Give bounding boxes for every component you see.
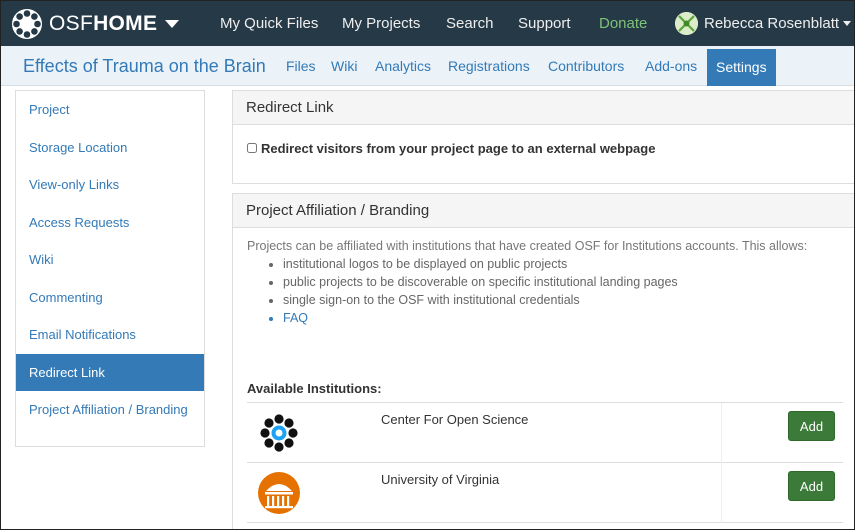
column-divider <box>721 403 722 463</box>
table-row: University of Virginia Add <box>247 463 843 523</box>
tab-contributors[interactable]: Contributors <box>548 46 624 86</box>
sidebar-item-access-requests[interactable]: Access Requests <box>16 204 204 242</box>
add-institution-button[interactable]: Add <box>788 471 835 501</box>
list-item: single sign-on to the OSF with instituti… <box>283 291 842 309</box>
redirect-checkbox-label: Redirect visitors from your project page… <box>261 140 656 156</box>
tab-analytics[interactable]: Analytics <box>375 46 431 86</box>
affiliation-description: Projects can be affiliated with institut… <box>233 228 854 327</box>
institution-name: Center For Open Science <box>381 412 529 427</box>
chevron-down-icon <box>843 21 852 26</box>
sidebar-item-storage-location[interactable]: Storage Location <box>16 129 204 167</box>
sidebar-item-view-only-links[interactable]: View-only Links <box>16 166 204 204</box>
tab-files[interactable]: Files <box>286 46 316 86</box>
nav-my-quick-files[interactable]: My Quick Files <box>220 1 318 46</box>
tab-settings[interactable]: Settings <box>707 49 776 86</box>
settings-sidebar: Project Storage Location View-only Links… <box>15 90 205 447</box>
sidebar-item-wiki[interactable]: Wiki <box>16 241 204 279</box>
sidebar-item-redirect-link[interactable]: Redirect Link <box>16 353 204 391</box>
tab-registrations[interactable]: Registrations <box>448 46 530 86</box>
project-affiliation-panel: Project Affiliation / Branding Projects … <box>232 193 854 529</box>
avatar-pattern-icon <box>675 12 698 35</box>
sidebar-item-project[interactable]: Project <box>16 91 204 129</box>
user-name: Rebecca Rosenblatt <box>704 15 840 32</box>
sidebar-item-email-notifications[interactable]: Email Notifications <box>16 316 204 354</box>
affiliation-benefits-list: institutional logos to be displayed on p… <box>283 255 842 327</box>
cos-logo-icon <box>260 414 298 452</box>
chevron-down-icon <box>165 19 180 28</box>
redirect-checkbox[interactable] <box>247 143 257 153</box>
avatar <box>675 12 698 35</box>
tab-add-ons[interactable]: Add-ons <box>645 46 697 86</box>
uva-logo-icon <box>258 472 300 514</box>
affiliation-intro: Projects can be affiliated with institut… <box>247 239 808 253</box>
sidebar-item-project-affiliation[interactable]: Project Affiliation / Branding <box>16 391 204 446</box>
column-divider <box>721 463 722 523</box>
nav-donate[interactable]: Donate <box>599 1 647 46</box>
faq-link[interactable]: FAQ <box>283 309 842 327</box>
redirect-link-panel: Redirect Link Redirect visitors from you… <box>232 90 854 184</box>
brand-title: OSFHOME <box>49 11 158 35</box>
add-institution-button[interactable]: Add <box>788 411 835 441</box>
table-row: Center For Open Science Add <box>247 403 843 463</box>
osf-home-menu[interactable]: OSFHOME <box>11 8 180 40</box>
sidebar-item-commenting[interactable]: Commenting <box>16 279 204 317</box>
redirect-option[interactable]: Redirect visitors from your project page… <box>233 125 854 171</box>
nav-search[interactable]: Search <box>446 1 494 46</box>
institution-name: University of Virginia <box>381 472 500 487</box>
list-item: institutional logos to be displayed on p… <box>283 255 842 273</box>
institutions-table: Center For Open Science Add University o… <box>247 402 843 523</box>
available-institutions-label: Available Institutions: <box>247 381 382 396</box>
project-title[interactable]: Effects of Trauma on the Brain <box>23 46 266 86</box>
nav-support[interactable]: Support <box>518 1 571 46</box>
osf-logo-icon <box>12 8 42 39</box>
app-frame: OSFHOME My Quick Files My Projects Searc… <box>0 0 855 530</box>
project-navbar: Effects of Trauma on the Brain Files Wik… <box>1 46 854 86</box>
panel-heading: Project Affiliation / Branding <box>233 194 854 228</box>
nav-my-projects[interactable]: My Projects <box>342 1 420 46</box>
panel-heading: Redirect Link <box>233 91 854 125</box>
top-navbar: OSFHOME My Quick Files My Projects Searc… <box>1 1 854 46</box>
tab-wiki[interactable]: Wiki <box>331 46 357 86</box>
list-item: public projects to be discoverable on sp… <box>283 273 842 291</box>
user-menu[interactable]: Rebecca Rosenblatt <box>675 1 852 46</box>
